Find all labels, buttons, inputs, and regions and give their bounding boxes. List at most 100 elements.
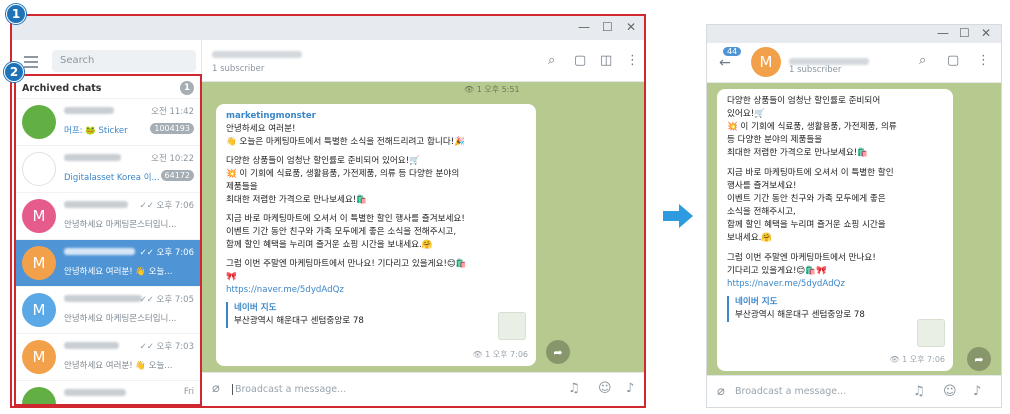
minimize-icon[interactable]: — [937, 26, 949, 40]
message-input[interactable]: Broadcast a message... [735, 386, 846, 397]
chat-list-item[interactable]: M ✓✓ 오후 7:06 안녕하세요 마케팅몬스터입니... [16, 192, 200, 239]
chat-list-item[interactable]: 오전 11:42 머프: 🐸 Sticker 1004193 [16, 98, 200, 145]
message-composer: ⌀ Broadcast a message... ♫ ☺ ♪ [202, 372, 644, 406]
telegram-window-right: — ☐ ✕ ← 44 M 1 subscriber ⌕ ▢ ⋮ 다양한 상품들이… [706, 24, 1002, 408]
location-title: 네이버 지도 [234, 303, 277, 313]
live-stream-icon[interactable]: ▢ [947, 53, 959, 68]
search-input[interactable]: Search [52, 50, 196, 72]
archived-title: Archived chats [22, 83, 102, 94]
avatar[interactable]: M [751, 47, 781, 77]
message-line: 함께 할인 혜택을 누리며 즐거운 쇼핑 시간을 [727, 220, 886, 230]
arrow-right-icon [663, 204, 693, 228]
forward-icon[interactable]: ➦ [546, 340, 570, 364]
message-time: 👁 1 오후 7:06 [472, 350, 528, 359]
message-line: 최대한 저렴한 가격으로 만나보세요!🛍️ [226, 195, 367, 205]
avatar: M [22, 199, 56, 233]
map-thumbnail[interactable] [917, 319, 945, 347]
avatar: M [22, 340, 56, 374]
message-line: 다양한 상품들이 엄청난 할인률로 준비되어 [727, 96, 881, 106]
channel-subscribers: 1 subscriber [789, 65, 842, 75]
maximize-icon[interactable]: ☐ [602, 20, 613, 34]
message-link[interactable]: https://naver.me/5dydAdQz [727, 278, 943, 291]
forward-icon[interactable]: ➦ [967, 347, 991, 371]
message-area: 👁 1 오후 5:51 marketingmonster 안녕하세요 여러분! … [202, 82, 644, 372]
bell-icon[interactable]: ♫ [913, 384, 925, 399]
chat-name [64, 153, 144, 164]
message-line: 👋 오늘은 마케팅마트에서 특별한 소식을 전해드리려고 합니다!🎉 [226, 137, 465, 147]
maximize-icon[interactable]: ☐ [959, 26, 970, 40]
message-area: 다양한 상품들이 엄청난 할인률로 준비되어 있어요!🛒 💥 이 기회에 식료품… [707, 83, 1001, 377]
chat-time: ✓✓ 오후 7:03 [139, 342, 194, 352]
more-icon[interactable]: ⋮ [626, 53, 639, 68]
close-icon[interactable]: ✕ [626, 20, 636, 34]
archived-header[interactable]: Archived chats 1 [16, 76, 200, 98]
message-line: 이벤트 기간 동안 친구와 가족 모두에게 좋은 [727, 194, 886, 204]
avatar: M [22, 246, 56, 280]
chat-header: 1 subscriber ⌕ ▢ ◫ ⋮ [202, 40, 644, 82]
unread-count-badge: 1004193 [150, 123, 194, 134]
unread-count-badge: 64172 [160, 170, 194, 181]
chat-list-item[interactable]: M ✓✓ 오후 7:06 안녕하세요 여러분! 👋 오늘... [16, 239, 200, 286]
chat-name [64, 388, 144, 399]
avatar [22, 152, 56, 186]
attach-icon[interactable]: ⌀ [717, 384, 725, 399]
chat-time: 오전 10:22 [151, 154, 194, 164]
chat-name [64, 200, 144, 211]
message-line: 지금 바로 마케팅마트에 오셔서 이 특별한 할인 [727, 168, 894, 178]
back-arrow-icon[interactable]: ← [719, 55, 731, 71]
chat-time: Fri [183, 387, 194, 397]
microphone-icon[interactable]: ♪ [626, 381, 634, 396]
chat-area: 1 subscriber ⌕ ▢ ◫ ⋮ 👁 1 오후 5:51 marketi… [202, 40, 644, 406]
live-stream-icon[interactable]: ▢ [574, 53, 586, 68]
chat-time: 오전 11:42 [151, 107, 194, 117]
menu-icon[interactable] [24, 56, 38, 71]
close-icon[interactable]: ✕ [981, 26, 991, 40]
message-line: 그럼 이번 주말엔 마케팅마트에서 만나요! [727, 253, 876, 263]
search-icon[interactable]: ⌕ [919, 53, 926, 68]
chat-preview: 안녕하세요 마케팅몬스터입니... [64, 220, 177, 230]
minimize-icon[interactable]: — [578, 20, 590, 34]
message-line: 행사를 즐겨보세요! [727, 181, 797, 191]
message-line: 함께 할인 혜택을 누리며 즐거운 쇼핑 시간을 보내세요.🤗 [226, 240, 433, 250]
microphone-icon[interactable]: ♪ [973, 384, 981, 399]
message-bubble[interactable]: marketingmonster 안녕하세요 여러분! 👋 오늘은 마케팅마트에… [216, 104, 536, 366]
chat-list: 오전 11:42 머프: 🐸 Sticker 1004193 오전 10:22 Digi… [16, 98, 200, 404]
title-bar: — ☐ ✕ [707, 25, 1001, 43]
chat-list-item[interactable]: 오전 10:22 Digitalasset Korea 이... 64172 [16, 145, 200, 192]
message-line: 🎀 [226, 272, 237, 282]
message-line: 지금 바로 마케팅마트에 오셔서 이 특별한 할인 행사를 즐겨보세요! [226, 214, 465, 224]
chat-list-item[interactable]: M ✓✓ 오후 7:05 안녕하세요 마케팅몬스터입니... [16, 286, 200, 333]
message-line: 등 다양한 분야의 제품들을 [727, 135, 823, 145]
location-preview[interactable]: 네이버 지도 부산광역시 해운대구 센텀중앙로 78 [727, 296, 943, 322]
channel-title[interactable] [212, 49, 302, 60]
chat-name [64, 247, 144, 258]
chat-header: ← 44 M 1 subscriber ⌕ ▢ ⋮ [707, 43, 1001, 83]
map-thumbnail[interactable] [498, 312, 526, 340]
step-marker-1: 1 [6, 4, 26, 24]
channel-subscribers: 1 subscriber [212, 64, 265, 74]
avatar [22, 105, 56, 139]
attach-icon[interactable]: ⌀ [212, 381, 220, 396]
message-line: 💥 이 기회에 식료품, 생활용품, 가전제품, 의류 등 다양한 분야의 [226, 169, 460, 179]
message-input[interactable]: Broadcast a message... [232, 384, 346, 395]
emoji-icon[interactable]: ☺ [598, 381, 612, 396]
chat-list-item[interactable]: Fri [16, 380, 200, 404]
prev-message-meta: 👁 1 오후 5:51 [464, 85, 520, 94]
message-line: 기다리고 있을게요!😊🛍️🎀 [727, 266, 827, 276]
message-line: 다양한 상품들이 엄청난 할인률로 준비되어 있어요!🛒 [226, 156, 420, 166]
emoji-icon[interactable]: ☺ [943, 384, 957, 399]
chat-preview: 안녕하세요 여러분! 👋 오늘... [64, 361, 173, 371]
chat-time: ✓✓ 오후 7:05 [139, 295, 194, 305]
location-preview[interactable]: 네이버 지도 부산광역시 해운대구 센텀중앙로 78 [226, 302, 526, 328]
message-link[interactable]: https://naver.me/5dydAdQz [226, 284, 526, 297]
search-icon[interactable]: ⌕ [548, 53, 555, 68]
more-icon[interactable]: ⋮ [977, 53, 990, 68]
chat-name [64, 106, 144, 117]
bell-icon[interactable]: ♫ [568, 381, 580, 396]
sidebar-toggle-icon[interactable]: ◫ [600, 53, 612, 68]
message-line: 💥 이 기회에 식료품, 생활용품, 가전제품, 의류 [727, 122, 897, 132]
telegram-window-left: — ☐ ✕ Search Archived chats 1 오전 11:42 머프… [10, 14, 646, 408]
chat-list-item[interactable]: M ✓✓ 오후 7:03 안녕하세요 여러분! 👋 오늘... [16, 333, 200, 380]
chat-preview: 안녕하세요 마케팅몬스터입니... [64, 314, 177, 324]
message-bubble[interactable]: 다양한 상품들이 엄청난 할인률로 준비되어 있어요!🛒 💥 이 기회에 식료품… [717, 89, 953, 371]
